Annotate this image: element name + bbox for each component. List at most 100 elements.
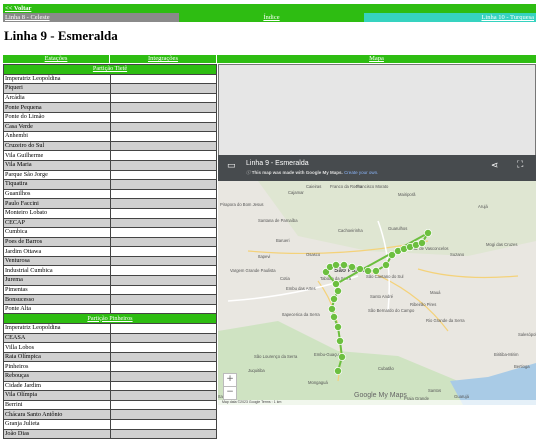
map-place-label: Biritiba-Mirim: [494, 352, 519, 357]
map-place-label: Cotia: [280, 276, 290, 281]
map-place-label: Santos: [428, 388, 441, 393]
integration-cell: [109, 399, 217, 411]
legend-toggle-icon[interactable]: ▭: [227, 161, 236, 171]
station-marker[interactable]: [334, 367, 342, 375]
table-row: Venturosa: [3, 255, 217, 267]
table-row: Parque São Jorge: [3, 169, 217, 181]
nav-next-cell: Linha 10 - Turquesa: [364, 13, 536, 22]
station-marker[interactable]: [356, 265, 364, 273]
table-row: Vila Guilherme: [3, 150, 217, 161]
integration-cell: [109, 131, 217, 142]
integration-cell: [109, 294, 217, 305]
map-place-label: Vargem Grande Paulista: [230, 268, 276, 273]
share-icon[interactable]: ⋖: [491, 161, 499, 171]
map-place-label: Itapecerica da Serra: [282, 312, 320, 317]
section-link[interactable]: Partição Pinheiros: [87, 315, 132, 322]
map-place-label: São Caetano do Sul: [366, 274, 404, 279]
section-header-cell: Partição Tietê: [3, 64, 217, 75]
integration-cell: [109, 409, 217, 420]
station-name-cell: Tiquatira: [3, 179, 111, 190]
integration-cell: [109, 236, 217, 248]
station-marker[interactable]: [328, 305, 336, 313]
station-name-cell: Ponte Pequena: [3, 102, 111, 113]
integration-cell: [109, 121, 217, 133]
table-row: Anhembi: [3, 131, 217, 142]
table-row: Cumbica: [3, 227, 217, 238]
integration-cell: [109, 83, 217, 94]
station-name-cell: Pimentas: [3, 284, 111, 296]
table-row: Guanilhos: [3, 188, 217, 200]
station-marker[interactable]: [418, 239, 426, 247]
stations-header-link[interactable]: Estações: [45, 55, 68, 62]
station-marker[interactable]: [336, 337, 344, 345]
station-name-cell: Granja Julieta: [3, 418, 111, 430]
table-row: Ponte Alta: [3, 303, 217, 315]
station-marker[interactable]: [424, 229, 432, 237]
next-line-link[interactable]: Linha 10 - Turquesa: [481, 14, 534, 21]
station-marker[interactable]: [364, 267, 372, 275]
station-marker[interactable]: [330, 313, 338, 321]
index-link[interactable]: Índice: [263, 14, 279, 21]
table-row: Berrini: [3, 399, 217, 411]
integration-cell: [109, 111, 217, 123]
integration-cell: [109, 207, 217, 219]
map-place-label: São Bernardo do Campo: [368, 308, 415, 313]
station-name-cell: Cidade Jardim: [3, 380, 111, 392]
map-place-label: Santo André: [370, 294, 394, 299]
table-row: Pimentas: [3, 284, 217, 296]
station-marker[interactable]: [340, 261, 348, 269]
integration-cell: [109, 227, 217, 238]
integration-cell: [109, 140, 217, 152]
integration-cell: [109, 380, 217, 392]
table-row: Paulo Faccini: [3, 198, 217, 209]
station-marker[interactable]: [382, 261, 390, 269]
section-link[interactable]: Partição Tietê: [93, 65, 127, 72]
integration-cell: [109, 179, 217, 190]
table-row: Bonsucesso: [3, 294, 217, 305]
fullscreen-icon[interactable]: ⛶: [517, 160, 523, 170]
map-place-label: Barueri: [276, 238, 290, 243]
table-row: João Dias: [3, 428, 217, 439]
map-place-label: Mogi das Cruzes: [486, 242, 517, 247]
station-marker[interactable]: [330, 295, 338, 303]
stations-table: Partição Tietê Imperatriz Leopoldina Pique…: [3, 64, 217, 439]
station-marker[interactable]: [372, 267, 380, 275]
integration-cell: [109, 73, 217, 85]
zoom-in-button[interactable]: +: [223, 373, 237, 387]
station-marker[interactable]: [338, 353, 346, 361]
map-canvas[interactable]: Caieiras Franco da RochaFrancisco MoratoC…: [218, 181, 536, 405]
map-embed-title: Linha 9 - Esmeralda: [246, 160, 309, 167]
station-marker[interactable]: [334, 287, 342, 295]
table-row: CECAP: [3, 217, 217, 229]
integration-cell: [109, 92, 217, 104]
back-link[interactable]: << Voltar: [5, 5, 31, 12]
prev-line-link[interactable]: Linha 8 - Celeste: [5, 14, 50, 21]
map-attribution: Map data ©2023 Google Terms ◦ 1 km: [218, 400, 536, 405]
station-name-cell: Anhembi: [3, 131, 111, 142]
station-marker[interactable]: [348, 263, 356, 271]
station-marker[interactable]: [332, 280, 340, 288]
map-place-label: Embu das Artes: [286, 286, 316, 291]
map-place-label: Mauá: [430, 290, 441, 295]
integration-cell: [109, 169, 217, 181]
map-place-label: Caieiras: [306, 184, 321, 189]
map-place-label: Rio Grande da Serra: [426, 318, 465, 323]
table-row: Arcádia: [3, 92, 217, 104]
create-map-link[interactable]: Create your own.: [344, 170, 378, 175]
station-name-cell: Jardim Ottawa: [3, 246, 111, 257]
map-header-link[interactable]: Mapa: [369, 55, 384, 62]
station-marker[interactable]: [334, 323, 342, 331]
integration-cell: [109, 284, 217, 296]
integration-cell: [109, 159, 217, 171]
table-row: Imperatriz Leopoldina: [3, 323, 217, 334]
map-place-label: Bertioga: [514, 364, 530, 369]
map-place-label: Mongaguá: [308, 380, 328, 385]
table-row: Poes de Barros: [3, 236, 217, 248]
table-header-row: Estações Integrações Mapa: [3, 55, 536, 63]
map-embed[interactable]: ▭ Linha 9 - Esmeralda ⓘ This map was mad…: [218, 155, 536, 405]
zoom-out-button[interactable]: −: [223, 386, 237, 400]
station-marker[interactable]: [332, 261, 340, 269]
station-name-cell: Vila Guilherme: [3, 150, 111, 161]
map-place-label: Mairiporã: [398, 192, 416, 197]
integrations-header-link[interactable]: Integrações: [148, 55, 178, 62]
